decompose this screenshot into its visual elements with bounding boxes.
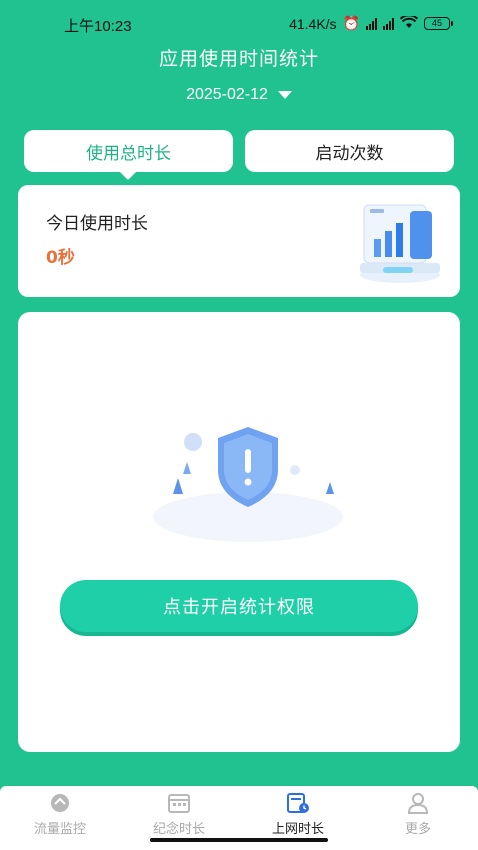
signal-1-icon [366, 17, 377, 30]
enable-permission-button[interactable]: 点击开启统计权限 [60, 580, 418, 632]
caret-down-icon [277, 91, 292, 99]
status-icons: 41.4K/s ⏰ 45 [289, 13, 453, 32]
battery-icon: 45 [424, 17, 453, 30]
nav-item-more[interactable]: 更多 [368, 792, 468, 838]
tab-launch-count[interactable]: 启动次数 [245, 130, 454, 172]
page-title: 应用使用时间统计 [158, 48, 319, 70]
nav-label: 更多 [404, 822, 431, 837]
nav-label: 纪念时长 [152, 822, 205, 837]
signal-2-icon [383, 17, 394, 30]
nav-label: 上网时长 [271, 822, 324, 837]
status-time: 上午10:23 [64, 18, 132, 35]
status-bar: 上午10:23 41.4K/s ⏰ 45 [0, 0, 478, 46]
date-label: 2025-02-12 [186, 86, 268, 103]
traffic-icon [51, 794, 69, 812]
chart-illustration-icon [360, 204, 440, 283]
date-selector[interactable]: 2025-02-12 [0, 86, 478, 104]
nav-label: 流量监控 [33, 822, 86, 837]
today-usage-card: 今日使用时长 0秒 [18, 185, 460, 297]
nav-item-traffic[interactable]: 流量监控 [10, 792, 110, 838]
shield-warning-icon [153, 427, 343, 542]
tab-total-duration[interactable]: 使用总时长 [24, 130, 233, 180]
today-usage-label: 今日使用时长 [46, 214, 148, 234]
wifi-icon [399, 13, 419, 32]
tab-label: 使用总时长 [86, 143, 171, 164]
network-speed: 41.4K/s [289, 15, 337, 32]
nav-item-online-duration[interactable]: 上网时长 [248, 792, 348, 838]
alarm-off-icon: ⏰ [342, 15, 360, 31]
permission-card: 点击开启统计权限 [18, 312, 460, 752]
nav-item-anniversary[interactable]: 纪念时长 [129, 792, 229, 838]
today-usage-value: 0秒 [46, 248, 75, 268]
browse-clock-icon [287, 793, 309, 813]
tab-label: 启动次数 [315, 143, 384, 164]
user-icon [407, 793, 429, 814]
calendar-icon [168, 794, 190, 813]
home-indicator[interactable] [150, 838, 328, 842]
